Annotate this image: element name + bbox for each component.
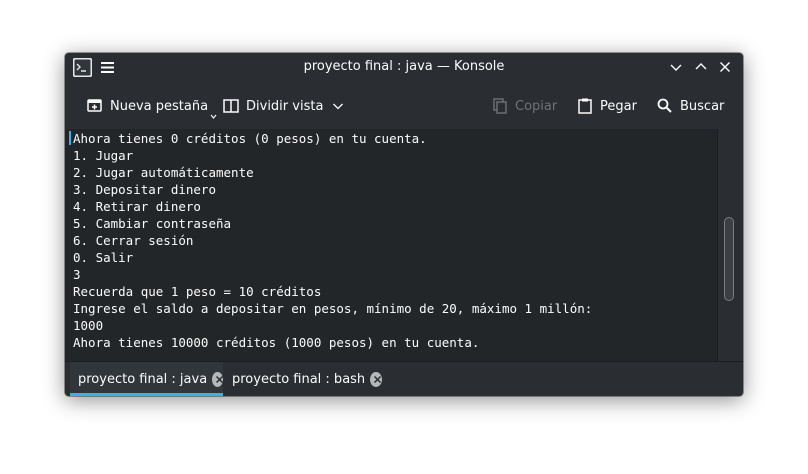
toolbar: Nueva pestaña Dividir vista Copiar Pegar… (65, 82, 743, 129)
chevron-down-icon (210, 109, 217, 119)
tab-bar: proyecto final : java proyecto final : b… (65, 361, 743, 396)
chevron-down-icon (332, 100, 344, 112)
terminal-line: 1000 (73, 318, 104, 333)
new-tab-label: Nueva pestaña (110, 98, 209, 114)
terminal-line: 3. Depositar dinero (73, 182, 216, 197)
find-button[interactable]: Buscar (656, 95, 724, 117)
new-tab-icon (86, 97, 104, 115)
terminal-line: 5. Cambiar contraseña (73, 216, 232, 231)
new-tab-button[interactable]: Nueva pestaña (86, 95, 217, 119)
copy-icon (491, 97, 509, 115)
tab-close-icon[interactable] (212, 371, 224, 387)
tab-java[interactable]: proyecto final : java (70, 362, 224, 396)
terminal-line: Recuerda que 1 peso = 10 créditos (73, 284, 322, 299)
minimize-chevron-down-icon[interactable] (668, 59, 684, 75)
terminal-line: 6. Cerrar sesión (73, 233, 194, 248)
terminal-line: 2. Jugar automáticamente (73, 165, 254, 180)
konsole-window: proyecto final : java — Konsole Nueva pe… (65, 53, 743, 396)
split-view-label: Dividir vista (246, 98, 324, 114)
terminal-line: 0. Salir (73, 250, 134, 265)
copy-button[interactable]: Copiar (491, 95, 557, 117)
split-view-button[interactable]: Dividir vista (222, 95, 344, 117)
find-label: Buscar (680, 98, 725, 114)
terminal-marker (69, 131, 71, 145)
clipboard-icon (576, 97, 594, 115)
copy-label: Copiar (515, 98, 558, 114)
maximize-chevron-up-icon[interactable] (693, 59, 709, 75)
terminal-output[interactable]: Ahora tienes 0 créditos (0 pesos) en tu … (65, 129, 717, 361)
scrollbar-thumb[interactable] (724, 217, 734, 301)
tab-label: proyecto final : java (78, 371, 208, 387)
split-view-icon (222, 97, 240, 115)
search-icon (656, 97, 674, 115)
terminal-lines: Ahora tienes 0 créditos (0 pesos) en tu … (73, 130, 592, 351)
window-title: proyecto final : java — Konsole (303, 59, 505, 74)
terminal-line: 1. Jugar (73, 148, 134, 163)
paste-label: Pegar (600, 98, 637, 114)
terminal-line: Ingrese el saldo a depositar en pesos, m… (73, 301, 593, 316)
close-icon[interactable] (717, 59, 733, 75)
terminal-line: Ahora tienes 0 créditos (0 pesos) en tu … (73, 131, 427, 146)
paste-button[interactable]: Pegar (576, 95, 637, 117)
terminal-line: Ahora tienes 10000 créditos (1000 pesos)… (73, 335, 480, 350)
terminal-line: 4. Retirar dinero (73, 199, 201, 214)
terminal-scrollbar[interactable] (717, 129, 743, 361)
tab-label: proyecto final : bash (232, 371, 366, 387)
tab-bash[interactable]: proyecto final : bash (224, 362, 382, 396)
title-bar[interactable]: proyecto final : java — Konsole (65, 53, 743, 82)
tab-close-icon[interactable] (370, 371, 382, 387)
terminal-line: 3 (73, 267, 81, 282)
